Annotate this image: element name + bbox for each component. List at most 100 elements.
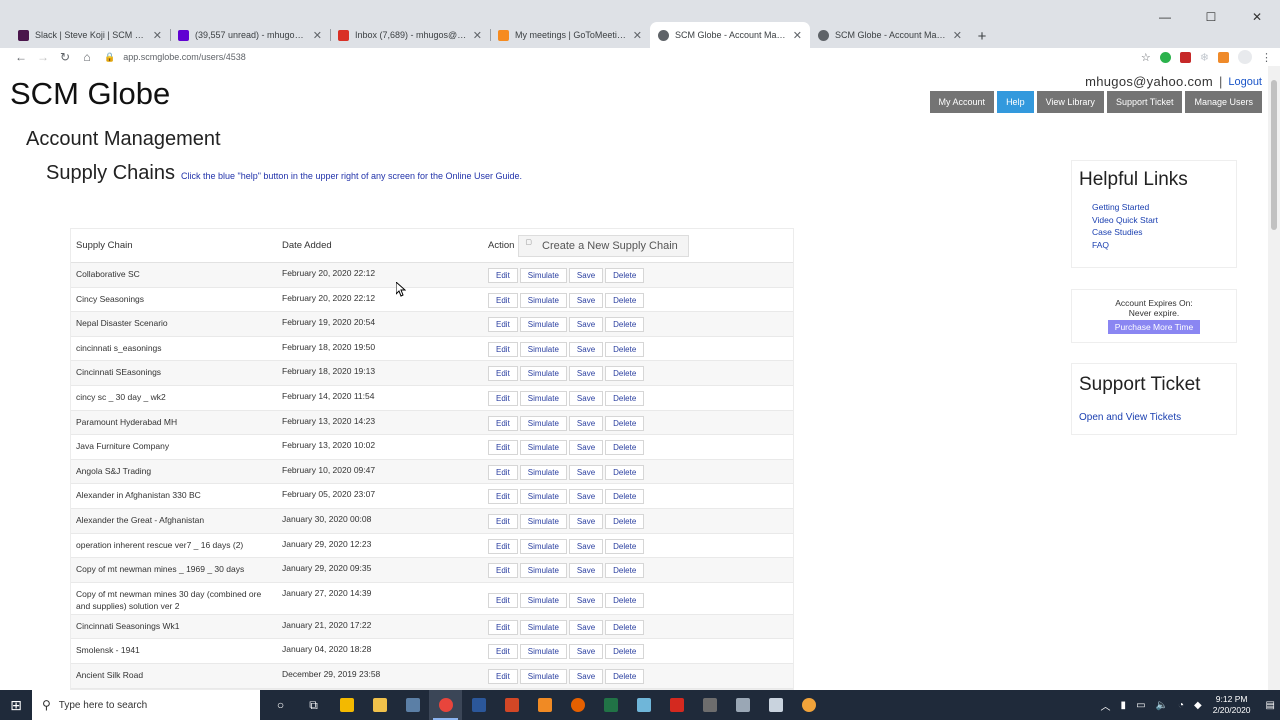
logout-link[interactable]: Logout: [1228, 76, 1262, 88]
delete-button[interactable]: Delete: [605, 619, 645, 635]
open-view-tickets-link[interactable]: Open and View Tickets: [1079, 412, 1181, 423]
extension-green-icon[interactable]: [1159, 51, 1171, 63]
taskbar-search[interactable]: ⚲ Type here to search: [32, 690, 260, 720]
simulate-button[interactable]: Simulate: [519, 489, 567, 505]
edit-button[interactable]: Edit: [488, 619, 518, 635]
new-tab-button[interactable]: +: [970, 24, 994, 48]
battery-icon[interactable]: ▮: [1121, 700, 1127, 711]
close-window-button[interactable]: ✕: [1234, 10, 1280, 24]
my-account-button[interactable]: My Account: [929, 91, 995, 113]
delete-button[interactable]: Delete: [605, 538, 645, 554]
support-ticket-button[interactable]: Support Ticket: [1106, 91, 1183, 113]
view-library-button[interactable]: View Library: [1036, 91, 1104, 113]
scrollbar-thumb[interactable]: [1271, 80, 1277, 230]
create-supply-chain-button[interactable]: ▢ Create a New Supply Chain: [518, 234, 689, 257]
delete-button[interactable]: Delete: [605, 513, 645, 529]
help-button[interactable]: Help: [997, 91, 1034, 113]
chrome-taskbar-icon[interactable]: [429, 690, 462, 720]
delete-button[interactable]: Delete: [605, 292, 645, 308]
link-case-studies[interactable]: Case Studies: [1092, 226, 1158, 239]
powerpoint-icon[interactable]: [495, 690, 528, 720]
edit-button[interactable]: Edit: [488, 366, 518, 382]
pen-app-icon[interactable]: [627, 690, 660, 720]
save-button[interactable]: Save: [568, 268, 604, 283]
link-video-quick-start[interactable]: Video Quick Start: [1092, 214, 1158, 227]
vlc-icon[interactable]: [528, 690, 561, 720]
simulate-button[interactable]: Simulate: [519, 268, 567, 283]
simulate-button[interactable]: Simulate: [519, 513, 567, 529]
manage-users-button[interactable]: Manage Users: [1185, 91, 1262, 113]
cortana-icon[interactable]: ○: [264, 690, 297, 720]
close-tab-icon[interactable]: ✕: [153, 29, 162, 42]
forward-arrow-icon[interactable]: →: [32, 50, 54, 64]
wifi-icon[interactable]: ◔: [1178, 700, 1184, 711]
link-faq[interactable]: FAQ: [1092, 239, 1158, 252]
delete-button[interactable]: Delete: [605, 415, 645, 431]
browser-tab[interactable]: Inbox (7,689) - mhugos@scmglo ✕: [330, 24, 490, 46]
edit-button[interactable]: Edit: [488, 563, 518, 579]
save-button[interactable]: Save: [568, 440, 604, 456]
browser-tab[interactable]: My meetings | GoToMeeting ✕: [490, 24, 650, 46]
save-button[interactable]: Save: [568, 619, 604, 635]
calculator-icon[interactable]: [693, 690, 726, 720]
close-tab-icon[interactable]: ✕: [793, 29, 802, 42]
tray-overflow-icon[interactable]: ︿: [1101, 698, 1111, 713]
edit-button[interactable]: Edit: [488, 341, 518, 357]
extension-snowflake-icon[interactable]: ❄: [1200, 51, 1209, 64]
edit-button[interactable]: Edit: [488, 513, 518, 529]
simulate-button[interactable]: Simulate: [519, 464, 567, 480]
save-button[interactable]: Save: [568, 464, 604, 480]
delete-button[interactable]: Delete: [605, 592, 645, 608]
simulate-button[interactable]: Simulate: [519, 440, 567, 456]
delete-button[interactable]: Delete: [605, 317, 645, 333]
browser-tab[interactable]: Slack | Steve Koji | SCM Globe Co ✕: [10, 24, 170, 46]
snipping-tool-icon[interactable]: [759, 690, 792, 720]
minimize-button[interactable]: —: [1142, 10, 1188, 24]
file-explorer-icon[interactable]: [363, 690, 396, 720]
delete-button[interactable]: Delete: [605, 668, 645, 684]
save-button[interactable]: Save: [568, 592, 604, 608]
simulate-button[interactable]: Simulate: [519, 317, 567, 333]
save-button[interactable]: Save: [568, 366, 604, 382]
edit-button[interactable]: Edit: [488, 538, 518, 554]
save-button[interactable]: Save: [568, 415, 604, 431]
save-button[interactable]: Save: [568, 292, 604, 308]
notifications-icon[interactable]: ▤: [1266, 700, 1275, 711]
simulate-button[interactable]: Simulate: [519, 592, 567, 608]
task-view-icon[interactable]: ⧉: [297, 690, 330, 720]
save-button[interactable]: Save: [568, 538, 604, 554]
delete-button[interactable]: Delete: [605, 390, 645, 406]
delete-button[interactable]: Delete: [605, 341, 645, 357]
save-button[interactable]: Save: [568, 513, 604, 529]
delete-button[interactable]: Delete: [605, 268, 645, 283]
simulate-button[interactable]: Simulate: [519, 538, 567, 554]
close-tab-icon[interactable]: ✕: [313, 29, 322, 42]
address-bar[interactable]: 🔒 app.scmglobe.com/users/4538: [104, 48, 246, 66]
profile-avatar-icon[interactable]: [1238, 50, 1252, 64]
save-button[interactable]: Save: [568, 390, 604, 406]
close-tab-icon[interactable]: ✕: [633, 29, 642, 42]
word-icon[interactable]: [462, 690, 495, 720]
edit-button[interactable]: Edit: [488, 592, 518, 608]
windows-start-icon[interactable]: ⊞: [0, 690, 32, 720]
simulate-button[interactable]: Simulate: [519, 668, 567, 684]
delete-button[interactable]: Delete: [605, 644, 645, 660]
notes-icon[interactable]: [726, 690, 759, 720]
close-tab-icon[interactable]: ✕: [953, 29, 962, 42]
simulate-button[interactable]: Simulate: [519, 644, 567, 660]
save-button[interactable]: Save: [568, 341, 604, 357]
edit-button[interactable]: Edit: [488, 440, 518, 456]
excel-icon[interactable]: [594, 690, 627, 720]
volume-icon[interactable]: 🔈: [1156, 700, 1168, 711]
browser-tab[interactable]: SCM Globe - Account Management ✕: [650, 22, 810, 48]
save-button[interactable]: Save: [568, 644, 604, 660]
page-scrollbar[interactable]: [1268, 66, 1280, 690]
dropbox-icon[interactable]: ◆: [1194, 700, 1202, 711]
maximize-button[interactable]: ☐: [1188, 10, 1234, 24]
simulate-button[interactable]: Simulate: [519, 292, 567, 308]
acrobat-icon[interactable]: [660, 690, 693, 720]
simulate-button[interactable]: Simulate: [519, 619, 567, 635]
edit-button[interactable]: Edit: [488, 464, 518, 480]
edit-button[interactable]: Edit: [488, 644, 518, 660]
edit-button[interactable]: Edit: [488, 268, 518, 283]
